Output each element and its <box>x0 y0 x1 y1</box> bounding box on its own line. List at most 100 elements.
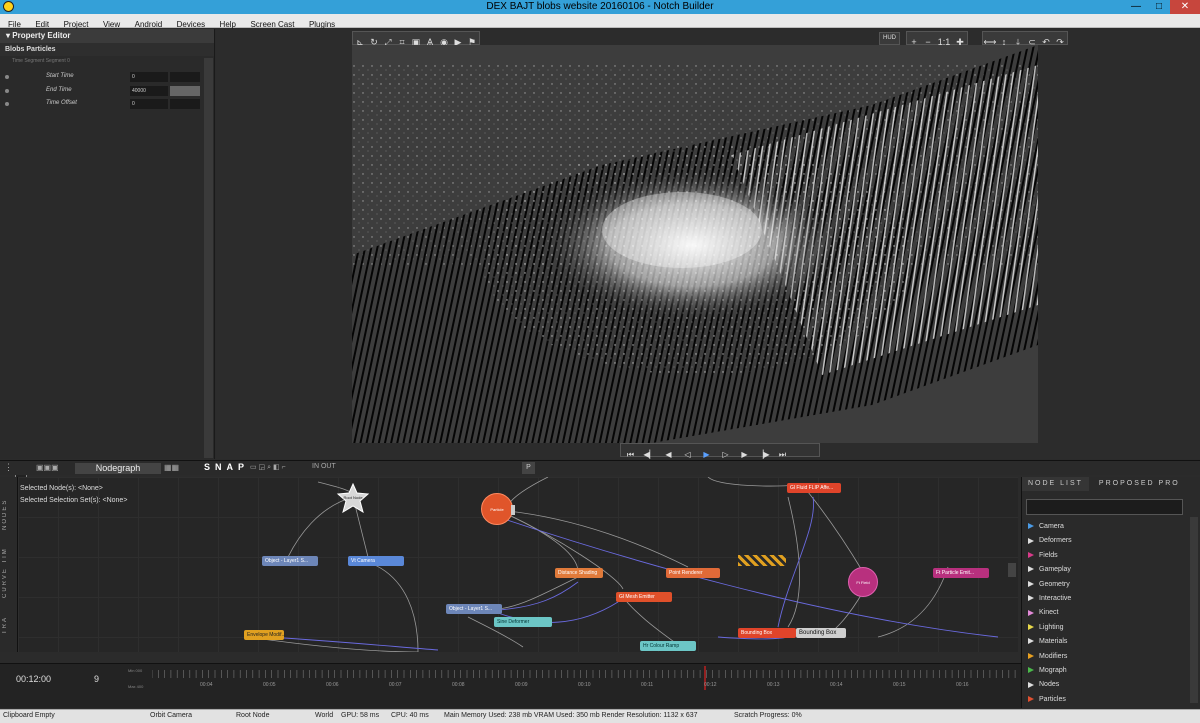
fluid-flip-affector-node[interactable]: Gl Fluid FLIP Affe... <box>787 483 841 493</box>
window-title: DEX BAJT blobs website 20160106 - Notch … <box>486 1 714 12</box>
node-category-kinect[interactable]: Kinect <box>1028 607 1058 619</box>
timeline-tick-label: 00:05 <box>263 682 276 688</box>
selected-sets-row: Selected Selection Set(s): <None> <box>20 497 128 504</box>
node-category-fields[interactable]: Fields <box>1028 550 1058 562</box>
timeline-tick-label: 00:13 <box>767 682 780 688</box>
keyframe-dot-icon[interactable] <box>5 89 9 93</box>
camera-node[interactable]: Vt Camera <box>348 556 404 566</box>
bounding-box-node[interactable]: Bounding Box <box>738 628 796 638</box>
expand-triangle-icon <box>1028 695 1034 702</box>
bounding-box-label[interactable]: Bounding Box <box>796 628 846 638</box>
node-list-tabs: NODE LIST PROPOSED PRO <box>1022 477 1200 491</box>
end-time-slider[interactable] <box>170 86 200 96</box>
current-time: 00:12:00 <box>16 674 52 684</box>
envelope-modifier-node[interactable]: Envelope Modif... <box>244 630 284 640</box>
grid-icon[interactable]: ▦▦ <box>164 463 179 472</box>
maximize-button[interactable]: □ <box>1148 0 1170 14</box>
node-category-materials[interactable]: Materials <box>1028 636 1067 648</box>
nodegraph-tool-icons[interactable]: ▣▣▣ <box>36 463 59 472</box>
particle-render-image <box>352 45 1038 443</box>
node-name: Blobs Particles <box>0 43 214 56</box>
node-category-label: Materials <box>1039 638 1068 646</box>
node-category-geometry[interactable]: Geometry <box>1028 579 1070 591</box>
time-offset-slider[interactable] <box>170 99 200 109</box>
node-search-input[interactable] <box>1026 499 1183 515</box>
particle-root-node[interactable]: Particle <box>481 493 513 525</box>
expand-triangle-icon <box>1028 667 1034 674</box>
point-renderer-node[interactable]: Point Renderer <box>666 568 720 578</box>
particle-emitter-node[interactable]: Ft Particle Emit... <box>933 568 989 578</box>
nodegraph-scroll-vertical[interactable] <box>1008 563 1016 577</box>
preview-button[interactable]: P <box>522 462 535 474</box>
timeline-min-label: Min 000 <box>128 668 143 673</box>
status-memory: Main Memory Used: 238 mb VRAM Used: 350 … <box>444 712 698 719</box>
node-category-label: Interactive <box>1039 595 1072 602</box>
status-root: Root Node <box>236 712 270 719</box>
property-editor-title: ▾ Property Editor <box>0 29 214 43</box>
expand-triangle-icon <box>1028 566 1034 573</box>
title-bar: DEX BAJT blobs website 20160106 - Notch … <box>0 0 1200 14</box>
undo-icon[interactable]: ↶ <box>1039 36 1053 48</box>
node-category-label: Deformers <box>1039 537 1072 545</box>
root-node[interactable]: Root Node <box>336 482 370 514</box>
keyframe-dot-icon[interactable] <box>5 75 9 79</box>
object-layer-node-2[interactable]: Object - Layer1 S... <box>446 604 502 614</box>
node-category-nodes[interactable]: Nodes <box>1028 679 1059 691</box>
time-offset-field[interactable]: 0 <box>130 99 168 109</box>
status-cpu: CPU: 40 ms <box>391 712 429 719</box>
property-editor-scrollbar[interactable] <box>204 58 213 458</box>
field-node[interactable]: Ft Field <box>848 567 878 597</box>
timeline-tick-label: 00:06 <box>326 682 339 688</box>
tab-node-list[interactable]: NODE LIST <box>1022 477 1089 491</box>
timeline-tick-label: 00:10 <box>578 682 591 688</box>
status-bar: Clipboard Empty Orbit Camera Root Node W… <box>0 709 1200 723</box>
disabled-node[interactable] <box>738 555 786 566</box>
snap-toggle[interactable]: SNAP <box>204 462 249 472</box>
redo-icon[interactable]: ↷ <box>1053 36 1067 48</box>
end-time-field[interactable]: 40000 <box>130 86 168 96</box>
time-segment-label: Time Segment Segment 0 <box>0 56 214 66</box>
tab-proposed-properties[interactable]: PROPOSED PRO <box>1093 477 1186 491</box>
start-time-field[interactable]: 0 <box>130 72 168 82</box>
keyframe-dot-icon[interactable] <box>5 102 9 106</box>
node-category-lighting[interactable]: Lighting <box>1028 622 1064 634</box>
tab-nodes[interactable]: NODES <box>2 487 16 542</box>
node-category-particles[interactable]: Particles <box>1028 694 1066 706</box>
sine-deformer-node[interactable]: Sine Deformer <box>494 617 552 627</box>
tab-transport[interactable]: TRA <box>2 605 16 645</box>
render-viewport[interactable] <box>352 45 1038 443</box>
zoom-toolbar: + −1:1 ✚ <box>906 31 968 47</box>
node-category-label: Modifiers <box>1039 652 1068 660</box>
distance-shading-node[interactable]: Distance Shading <box>555 568 603 578</box>
timeline-tick-label: 00:11 <box>641 682 654 688</box>
object-layer-node[interactable]: Object - Layer1 S... <box>262 556 318 566</box>
expand-triangle-icon <box>1028 523 1034 530</box>
node-category-deformers[interactable]: Deformers <box>1028 535 1072 547</box>
tab-curve-timeline[interactable]: CURVE TIM <box>2 545 16 600</box>
node-category-label: Gameplay <box>1039 566 1071 574</box>
minimize-button[interactable]: — <box>1124 0 1148 14</box>
expand-triangle-icon <box>1028 609 1034 616</box>
property-row-start-time: Start Time 0 <box>0 71 203 83</box>
drag-handle-icon[interactable]: ⋮ <box>4 462 13 473</box>
in-out-toggle[interactable]: IN OUT <box>312 463 336 470</box>
viewport-area: ⊾ ↻ ⤢ ⌗ ▣ Ѧ ◉ ▶ ⚑ HUD + −1:1 ✚ ⟷ ↕ ⤓ ⊂ ↶ ↷ <box>216 29 1200 459</box>
node-category-mograph[interactable]: Mograph <box>1028 665 1067 677</box>
close-button[interactable]: ✕ <box>1170 0 1200 14</box>
status-scratch: Scratch Progress: 0% <box>734 712 802 719</box>
timeline-ruler[interactable]: 00:04 00:05 00:06 00:07 00:08 00:09 00:10 00:11… <box>152 666 1020 690</box>
node-list-scrollbar[interactable] <box>1190 517 1198 703</box>
node-category-camera[interactable]: Camera <box>1028 521 1064 533</box>
colour-ramp-node[interactable]: Hr Colour Ramp <box>640 641 696 651</box>
status-gpu: GPU: 58 ms <box>341 712 380 719</box>
node-category-interactive[interactable]: Interactive <box>1028 593 1071 605</box>
hud-toggle[interactable]: HUD <box>879 32 900 45</box>
nodegraph-canvas[interactable]: Selected Node(s): <None> Selected Select… <box>18 477 1018 652</box>
node-category-gameplay[interactable]: Gameplay <box>1028 564 1071 576</box>
nodegraph-title: Nodegraph <box>75 463 161 474</box>
nodegraph-buttons[interactable]: ▭ ◲ ⌕ ◧ ⌐ <box>250 463 286 472</box>
start-time-slider[interactable] <box>170 72 200 82</box>
node-category-modifiers[interactable]: Modifiers <box>1028 651 1067 663</box>
mesh-emitter-node[interactable]: Gl Mesh Emitter <box>616 592 672 602</box>
node-port[interactable] <box>511 505 515 515</box>
